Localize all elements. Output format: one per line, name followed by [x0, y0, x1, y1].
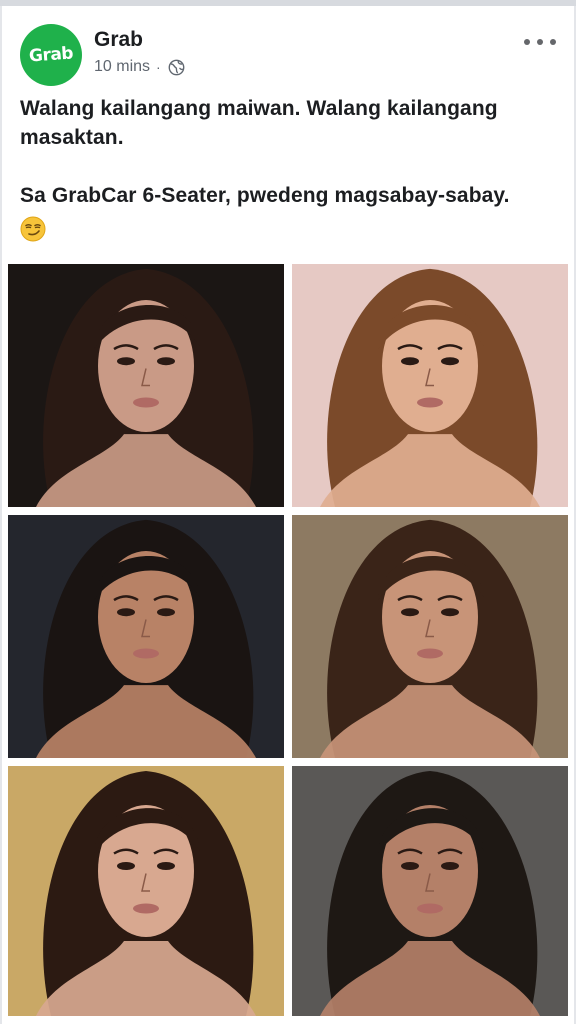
top-divider [0, 0, 576, 6]
post-text-line-2: Sa GrabCar 6-Seater, pwedeng magsabay-sa… [20, 184, 510, 207]
facebook-post-screen: Grab Grab 10 mins · Walang kailangang ma… [0, 0, 576, 1024]
grab-avatar[interactable]: Grab [20, 24, 82, 86]
portrait-photo-6[interactable] [292, 766, 568, 1016]
post-time[interactable]: 10 mins [94, 58, 150, 76]
more-dot-icon [550, 39, 556, 45]
portrait-photo-1[interactable] [8, 264, 284, 507]
portrait-photo-6-image [292, 766, 568, 1016]
post-text-line-1: Walang kailangang maiwan. Walang kailang… [20, 97, 498, 149]
portrait-photo-3-image [8, 515, 284, 758]
post-meta: 10 mins · [94, 58, 185, 76]
portrait-photo-4[interactable] [292, 515, 568, 758]
page-name[interactable]: Grab [94, 28, 143, 52]
grab-logo: Grab [28, 43, 74, 67]
more-dot-icon [524, 39, 530, 45]
portrait-photo-5-image [8, 766, 284, 1016]
portrait-photo-2[interactable] [292, 264, 568, 507]
portrait-photo-4-image [292, 515, 568, 758]
portrait-photo-1-image [8, 264, 284, 507]
portrait-photo-5[interactable] [8, 766, 284, 1016]
portrait-photo-2-image [292, 264, 568, 507]
smirking-face-icon [20, 216, 46, 242]
more-options-button[interactable] [524, 32, 556, 52]
globe-icon [168, 59, 185, 75]
post-header: Grab Grab 10 mins · [20, 22, 560, 88]
meta-separator: · [156, 59, 161, 75]
post-text: Walang kailangang maiwan. Walang kailang… [20, 94, 560, 242]
portrait-photo-3[interactable] [8, 515, 284, 758]
more-dot-icon [537, 39, 543, 45]
photo-grid [4, 260, 572, 1024]
card-border-left [0, 6, 2, 1024]
